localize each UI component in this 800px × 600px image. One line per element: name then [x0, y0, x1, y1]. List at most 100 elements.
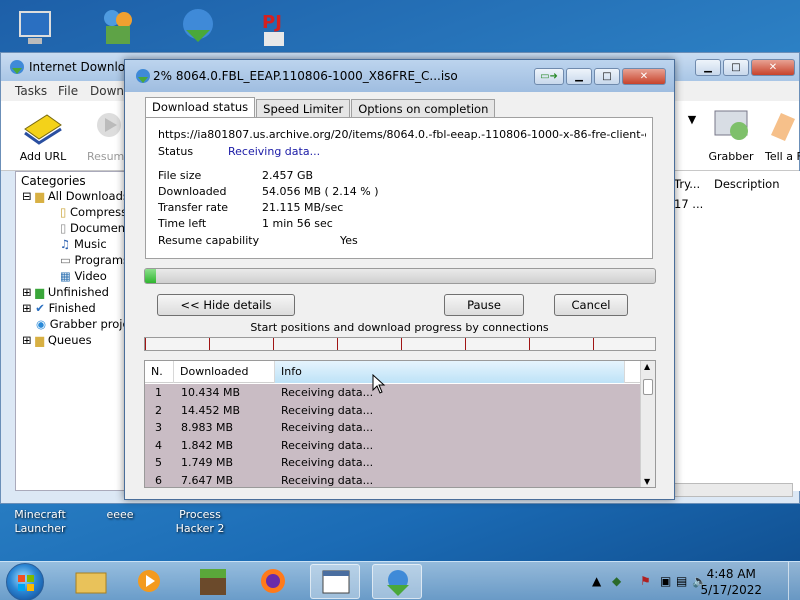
show-hidden-icons-arrow[interactable]: ▲ — [592, 574, 601, 588]
network-icon[interactable] — [96, 6, 140, 46]
close-button[interactable]: ✕ — [751, 59, 795, 76]
dialog-body: Download status Speed Limiter Options on… — [129, 92, 670, 496]
desktop-label-minecraft[interactable]: Minecraft Launcher — [8, 508, 72, 536]
grabber-button[interactable]: Grabber — [703, 105, 759, 163]
tray-shield-icon[interactable]: ▣ — [660, 574, 671, 588]
tree-item-music[interactable]: ♫ Music — [60, 237, 107, 251]
column-header-description[interactable]: Description — [714, 177, 780, 191]
column-header-info[interactable]: Info — [275, 361, 625, 383]
dialog-minimize-button[interactable]: ▁ — [566, 68, 592, 85]
computer-icon[interactable] — [14, 8, 58, 48]
table-cell-downloaded: 1.842 MB — [181, 438, 234, 452]
scroll-thumb[interactable] — [643, 379, 653, 395]
finished-check-icon: ✔ — [35, 301, 45, 315]
taskbar-minecraft[interactable] — [188, 564, 238, 599]
taskbar-explorer[interactable] — [66, 564, 116, 599]
table-row[interactable]: 5 1.749 MB Receiving data... — [145, 454, 641, 471]
column-header-number[interactable]: N. — [145, 361, 174, 383]
tree-item-queues[interactable]: ⊞ ▆ Queues — [22, 333, 92, 347]
tree-item-documents[interactable]: ▯ Document — [60, 221, 130, 235]
tree-item-grabber-projects[interactable]: ◉ Grabber proje — [36, 317, 130, 331]
table-cell-n: 6 — [155, 473, 162, 487]
menu-downloads[interactable]: Downl — [90, 84, 127, 98]
table-row[interactable]: 4 1.842 MB Receiving data... — [145, 437, 641, 454]
minimize-button[interactable]: ▁ — [695, 59, 721, 76]
send-to-tray-button[interactable]: ▭➜ — [534, 68, 564, 85]
categories-header: Categories — [21, 174, 86, 188]
connections-table-header: N. Downloaded Info — [145, 361, 641, 383]
tree-item-finished[interactable]: ⊞ ✔ Finished — [22, 301, 96, 315]
table-vertical-scrollbar[interactable]: ▲ ▼ — [640, 361, 655, 487]
table-cell-info: Receiving data... — [281, 438, 374, 452]
app-window-icon — [322, 570, 350, 594]
expand-icon[interactable]: ⊞ — [22, 285, 32, 299]
cancel-button[interactable]: Cancel — [554, 294, 628, 316]
tree-item-compressed[interactable]: ▯ Compress — [60, 205, 127, 219]
column-header-downloaded[interactable]: Downloaded — [174, 361, 275, 383]
table-cell-downloaded: 14.452 MB — [181, 403, 241, 417]
clock-time: 4:48 AM — [706, 567, 756, 581]
column-header-try[interactable]: Try... — [674, 177, 700, 191]
tree-item-all-downloads[interactable]: ⊟ ▆ All Downloads — [22, 189, 129, 203]
maximize-button[interactable]: □ — [723, 59, 749, 76]
menu-file[interactable]: File — [58, 84, 78, 98]
tell-friend-button[interactable]: Tell a F — [765, 105, 800, 163]
scroll-up-arrow-icon[interactable]: ▲ — [644, 362, 650, 371]
idm-taskbar-icon — [387, 570, 409, 596]
pause-button[interactable]: Pause — [444, 294, 524, 316]
tree-item-video[interactable]: ▦ Video — [60, 269, 107, 283]
expand-icon[interactable]: ⊟ — [22, 189, 32, 203]
idm-desktop-icon[interactable] — [176, 6, 220, 46]
expand-icon[interactable]: ⊞ — [22, 333, 32, 347]
table-row[interactable]: 1 10.434 MB Receiving data... — [145, 384, 641, 401]
queues-folder-icon: ▆ — [35, 333, 45, 347]
tab-download-status[interactable]: Download status — [145, 97, 256, 119]
connection-start-tick — [273, 338, 274, 350]
minecraft-icon — [200, 569, 226, 595]
tree-item-programs[interactable]: ▭ Programs — [60, 253, 129, 267]
svg-text:PJ: PJ — [262, 12, 282, 33]
music-icon: ♫ — [60, 237, 71, 251]
toolbar-dropdown-arrow-icon[interactable]: ▼ — [685, 113, 699, 126]
idm-tray-icon[interactable]: ◆ — [612, 574, 621, 588]
start-button[interactable] — [6, 563, 44, 600]
connections-progress-bar — [144, 337, 656, 351]
table-row[interactable]: 6 7.647 MB Receiving data... — [145, 472, 641, 488]
table-row[interactable]: 3 8.983 MB Receiving data... — [145, 419, 641, 436]
taskbar-app-window[interactable] — [310, 564, 360, 599]
action-center-flag-icon[interactable]: ⚑ — [640, 574, 651, 588]
file-size-value: 2.457 GB — [262, 169, 314, 182]
hide-details-button[interactable]: << Hide details — [157, 294, 295, 316]
pj-app-icon[interactable]: PJ — [258, 8, 302, 48]
connection-start-tick — [401, 338, 402, 350]
dialog-close-button[interactable]: ✕ — [622, 68, 666, 85]
table-cell-downloaded: 8.983 MB — [181, 421, 234, 434]
dialog-idm-icon — [135, 68, 151, 87]
expand-icon[interactable]: ⊞ — [22, 301, 32, 315]
connection-start-tick — [593, 338, 594, 350]
scroll-down-arrow-icon[interactable]: ▼ — [644, 477, 650, 486]
dialog-maximize-button[interactable]: □ — [594, 68, 620, 85]
desktop-label-process-hacker[interactable]: Process Hacker 2 — [168, 508, 232, 536]
show-desktop-button[interactable] — [788, 562, 800, 600]
taskbar-idm[interactable] — [372, 564, 422, 599]
tab-speed-limiter[interactable]: Speed Limiter — [256, 99, 351, 118]
table-row[interactable]: 2 14.452 MB Receiving data... — [145, 402, 641, 419]
network-tray-icon[interactable]: ▤ — [676, 574, 687, 588]
tab-options-on-completion[interactable]: Options on completion — [351, 99, 496, 118]
menu-tasks[interactable]: Tasks — [15, 84, 47, 98]
taskbar-firefox[interactable] — [248, 564, 298, 599]
system-clock[interactable]: 4:48 AM 5/17/2022 — [700, 566, 762, 598]
taskbar-media-player[interactable] — [124, 564, 174, 599]
table-cell-n: 1 — [155, 386, 162, 399]
connection-start-tick — [209, 338, 210, 350]
tree-item-unfinished[interactable]: ⊞ ▆ Unfinished — [22, 285, 109, 299]
connections-table: N. Downloaded Info 1 10.434 MB Receiving d… — [144, 360, 656, 488]
desktop-label-eeee[interactable]: eeee — [100, 508, 140, 522]
download-progress-fill — [145, 269, 156, 283]
table-cell-info: Receiving data... — [281, 403, 374, 417]
add-url-button[interactable]: Add URL — [15, 105, 71, 163]
horizontal-scrollbar[interactable] — [673, 483, 793, 497]
dialog-tabs: Download status Speed Limiter Options on… — [145, 97, 496, 119]
table-cell-info: Receiving data... — [281, 386, 374, 399]
